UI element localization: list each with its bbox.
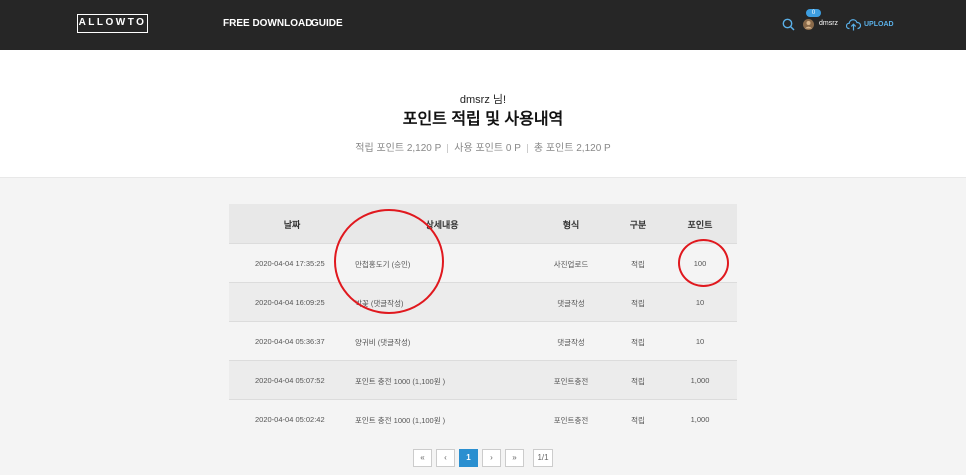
row-kind: 적립 [631, 416, 645, 425]
search-icon[interactable] [782, 18, 795, 31]
annotation-circle-points [678, 239, 729, 287]
row-type: 댓글작성 [557, 338, 585, 347]
site-logo[interactable]: ALLOWTO [77, 14, 148, 33]
earned-points: 적립 포인트 2,120 P [355, 143, 442, 154]
row-date: 2020-04-04 05:36:37 [255, 337, 325, 346]
row-detail: 양귀비 (댓글작성) [355, 338, 411, 347]
header-points: 포인트 [687, 220, 713, 230]
row-date: 2020-04-04 16:09:25 [255, 298, 325, 307]
top-nav-bar: ALLOWTO FREE DOWNLOAD GUIDE 0 dmsrz UPLO… [0, 0, 966, 50]
page-title: 포인트 적립 및 사용내역 [402, 111, 564, 128]
table-row: 2020-04-04 05:07:52 포인트 충전 1000 (1,100원 … [229, 360, 737, 399]
upload-icon[interactable] [846, 18, 861, 31]
row-type: 댓글작성 [557, 299, 585, 308]
row-kind: 적립 [631, 260, 645, 269]
header-type: 형식 [562, 220, 580, 230]
row-type: 포인트충전 [553, 377, 589, 386]
table-row: 2020-04-04 17:35:25 만첩홍도기 (승인) 사진업로드 적립 … [229, 243, 737, 282]
row-date: 2020-04-04 17:35:25 [255, 259, 325, 268]
table-header: 날짜 상세내용 형식 구분 포인트 [229, 204, 737, 243]
next-page-button[interactable]: › [482, 449, 501, 467]
table-row: 2020-04-04 16:09:25 박꽃 (댓글작성) 댓글작성 적립 10 [229, 282, 737, 321]
row-points: 1,000 [690, 376, 710, 385]
nav-guide[interactable]: GUIDE [311, 18, 343, 29]
page-header: dmsrz 님! 포인트 적립 및 사용내역 적립 포인트 2,120 P 사용 … [0, 50, 966, 178]
row-kind: 적립 [631, 299, 645, 308]
points-history-table: 날짜 상세내용 형식 구분 포인트 2020-04-04 17:35:25 만첩… [229, 204, 737, 438]
divider [447, 143, 449, 153]
row-kind: 적립 [631, 377, 645, 386]
used-points: 사용 포인트 0 P [454, 143, 521, 154]
notification-badge[interactable]: 0 [806, 9, 821, 17]
first-page-button[interactable]: « [413, 449, 432, 467]
last-page-button[interactable]: » [505, 449, 524, 467]
row-kind: 적립 [631, 338, 645, 347]
prev-page-button[interactable]: ‹ [436, 449, 455, 467]
row-detail: 포인트 충전 1000 (1,100원 ) [355, 416, 446, 425]
nav-free-download[interactable]: FREE DOWNLOAD [223, 18, 312, 29]
divider [526, 143, 528, 153]
page-info: 1/1 [533, 449, 553, 467]
page-1-button[interactable]: 1 [459, 449, 478, 467]
row-points: 1,000 [690, 415, 710, 424]
total-points: 총 포인트 2,120 P [533, 143, 611, 154]
table-row: 2020-04-04 05:02:42 포인트 충전 1000 (1,100원 … [229, 399, 737, 438]
table-row: 2020-04-04 05:36:37 양귀비 (댓글작성) 댓글작성 적립 1… [229, 321, 737, 360]
user-name[interactable]: dmsrz [819, 20, 838, 27]
row-date: 2020-04-04 05:02:42 [255, 415, 325, 424]
row-date: 2020-04-04 05:07:52 [255, 376, 325, 385]
row-type: 포인트충전 [553, 416, 589, 425]
avatar[interactable] [803, 19, 814, 30]
row-detail: 포인트 충전 1000 (1,100원 ) [355, 377, 446, 386]
header-kind: 구분 [629, 220, 647, 230]
upload-link[interactable]: UPLOAD [864, 21, 894, 28]
annotation-circle-detail [334, 209, 444, 314]
points-summary: 적립 포인트 2,120 P 사용 포인트 0 P 총 포인트 2,120 P [0, 139, 966, 154]
row-points: 10 [695, 298, 705, 307]
header-date: 날짜 [283, 220, 301, 230]
row-type: 사진업로드 [553, 260, 589, 269]
row-points: 10 [695, 337, 705, 346]
